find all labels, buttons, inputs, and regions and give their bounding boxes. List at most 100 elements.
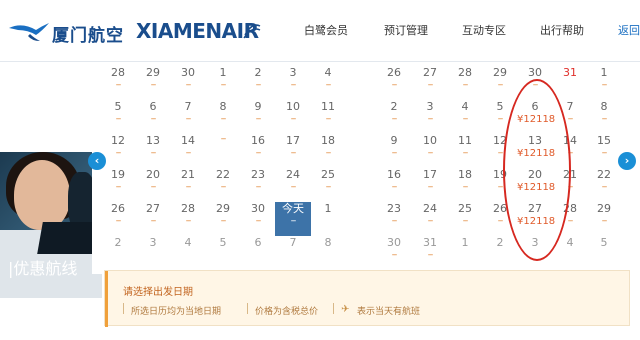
calendar-day[interactable]: 28 --: [447, 66, 483, 100]
calendar-day[interactable]: 19 --: [100, 168, 136, 202]
day-number: 30: [181, 66, 195, 79]
day-number: 28: [458, 66, 472, 79]
nav-membership[interactable]: 白鹭会员: [304, 22, 348, 38]
day-no-price: --: [427, 148, 434, 158]
calendar-day[interactable]: 31 --: [412, 236, 448, 270]
calendar-day[interactable]: 18 --: [447, 168, 483, 202]
calendar-day[interactable]: 29 --: [205, 202, 241, 236]
day-number: 29: [493, 66, 507, 79]
notice-divider: [123, 303, 124, 314]
calendar-day[interactable]: 6: [240, 236, 276, 270]
calendar-day[interactable]: 9 --: [240, 100, 276, 134]
calendar-day-today[interactable]: 今天 --: [275, 202, 311, 236]
calendar-day[interactable]: 25 --: [447, 202, 483, 236]
calendar-day[interactable]: 28 --: [100, 66, 136, 100]
calendar-day[interactable]: 5 --: [100, 100, 136, 134]
calendar-day[interactable]: 16 --: [376, 168, 412, 202]
xiamenair-logo[interactable]: 厦门航空 XIAMENAIR: [8, 18, 261, 48]
calendar-day[interactable]: 7 --: [170, 100, 206, 134]
calendar-day[interactable]: 24 --: [275, 168, 311, 202]
day-no-price: --: [290, 114, 297, 124]
day-number: 29: [597, 202, 611, 215]
day-number: 3: [426, 100, 434, 113]
calendar-day[interactable]: 2 --: [240, 66, 276, 100]
calendar-day[interactable]: 2: [100, 236, 136, 270]
calendar-day[interactable]: 16 --: [240, 134, 276, 168]
calendar-day[interactable]: 28 --: [170, 202, 206, 236]
calendar-day[interactable]: 17 --: [275, 134, 311, 168]
calendar-day[interactable]: 1 --: [205, 66, 241, 100]
calendar-day[interactable]: 7: [275, 236, 311, 270]
calendar-day[interactable]: 5: [586, 236, 622, 270]
calendar-day[interactable]: 26 --: [376, 66, 412, 100]
nav-help[interactable]: 出行帮助: [540, 22, 584, 38]
calendar-day[interactable]: 10 --: [275, 100, 311, 134]
calendar-day[interactable]: 1: [310, 202, 346, 236]
day-number: 9: [390, 134, 398, 147]
calendar-day[interactable]: 22 --: [205, 168, 241, 202]
calendar-day[interactable]: 2: [482, 236, 518, 270]
calendar-day[interactable]: 31: [552, 66, 588, 100]
calendar-day[interactable]: 17 --: [412, 168, 448, 202]
calendar-day[interactable]: 1 --: [586, 66, 622, 100]
calendar-day[interactable]: 23 --: [376, 202, 412, 236]
promo-banner[interactable]: |优惠航线: [0, 152, 102, 298]
calendar-day[interactable]: 13 --: [135, 134, 171, 168]
calendar-day[interactable]: 18 --: [310, 134, 346, 168]
calendar-day[interactable]: 25 --: [310, 168, 346, 202]
calendar-day[interactable]: 23 --: [240, 168, 276, 202]
calendar-day[interactable]: 27 --: [135, 202, 171, 236]
day-number: 25: [458, 202, 472, 215]
calendar-day[interactable]: 3: [135, 236, 171, 270]
day-no-price: --: [220, 80, 227, 90]
nav-return[interactable]: 返回: [618, 22, 640, 38]
calendar-day[interactable]: 15 --: [586, 134, 622, 168]
calendar-day[interactable]: 26 --: [100, 202, 136, 236]
day-number: 18: [458, 168, 472, 181]
calendar-day[interactable]: 20 --: [135, 168, 171, 202]
calendar-day[interactable]: 2 --: [376, 100, 412, 134]
calendar-day[interactable]: 30 --: [376, 236, 412, 270]
calendar-day[interactable]: 4 --: [447, 100, 483, 134]
day-number: 9: [254, 100, 262, 113]
day-no-price: --: [497, 80, 504, 90]
calendar-day[interactable]: 21 --: [170, 168, 206, 202]
calendar-day[interactable]: 4 --: [310, 66, 346, 100]
calendar-day[interactable]: 9 --: [376, 134, 412, 168]
calendar-day[interactable]: 4: [170, 236, 206, 270]
day-no-price: --: [325, 148, 332, 158]
calendar-day[interactable]: 1: [447, 236, 483, 270]
calendar-day[interactable]: 3 --: [412, 100, 448, 134]
calendar-day[interactable]: 29 --: [482, 66, 518, 100]
calendar-day[interactable]: 8: [310, 236, 346, 270]
calendar-day[interactable]: 22 --: [586, 168, 622, 202]
day-number: 3: [149, 236, 157, 249]
day-number: 12: [111, 134, 125, 147]
calendar-day[interactable]: 30 --: [170, 66, 206, 100]
day-number: 19: [111, 168, 125, 181]
calendar-day[interactable]: 29 --: [135, 66, 171, 100]
calendar-day[interactable]: 14 --: [170, 134, 206, 168]
calendar-day[interactable]: 8 --: [205, 100, 241, 134]
calendar-day[interactable]: 30 --: [240, 202, 276, 236]
calendar-day[interactable]: 10 --: [412, 134, 448, 168]
day-no-price: --: [255, 216, 262, 226]
prev-month-button[interactable]: ‹: [88, 152, 106, 170]
calendar-day[interactable]: 8 --: [586, 100, 622, 134]
nav-interactive[interactable]: 互动专区: [462, 22, 506, 38]
calendar-day[interactable]: 3 --: [275, 66, 311, 100]
calendar-day[interactable]: 11 --: [310, 100, 346, 134]
day-number: 27: [423, 66, 437, 79]
calendar-day[interactable]: 24 --: [412, 202, 448, 236]
nav-booking[interactable]: 预订管理: [384, 22, 428, 38]
calendar-day[interactable]: 5: [205, 236, 241, 270]
notice-tip-flight-day: 表示当天有航班: [357, 307, 421, 317]
calendar-day[interactable]: 27 --: [412, 66, 448, 100]
calendar-day[interactable]: 29 --: [586, 202, 622, 236]
next-month-button[interactable]: ›: [618, 152, 636, 170]
calendar-day[interactable]: 6 --: [135, 100, 171, 134]
calendar-day[interactable]: 11 --: [447, 134, 483, 168]
banner-face: [14, 160, 70, 230]
calendar-day[interactable]: --: [205, 134, 241, 168]
day-no-price: --: [601, 148, 608, 158]
